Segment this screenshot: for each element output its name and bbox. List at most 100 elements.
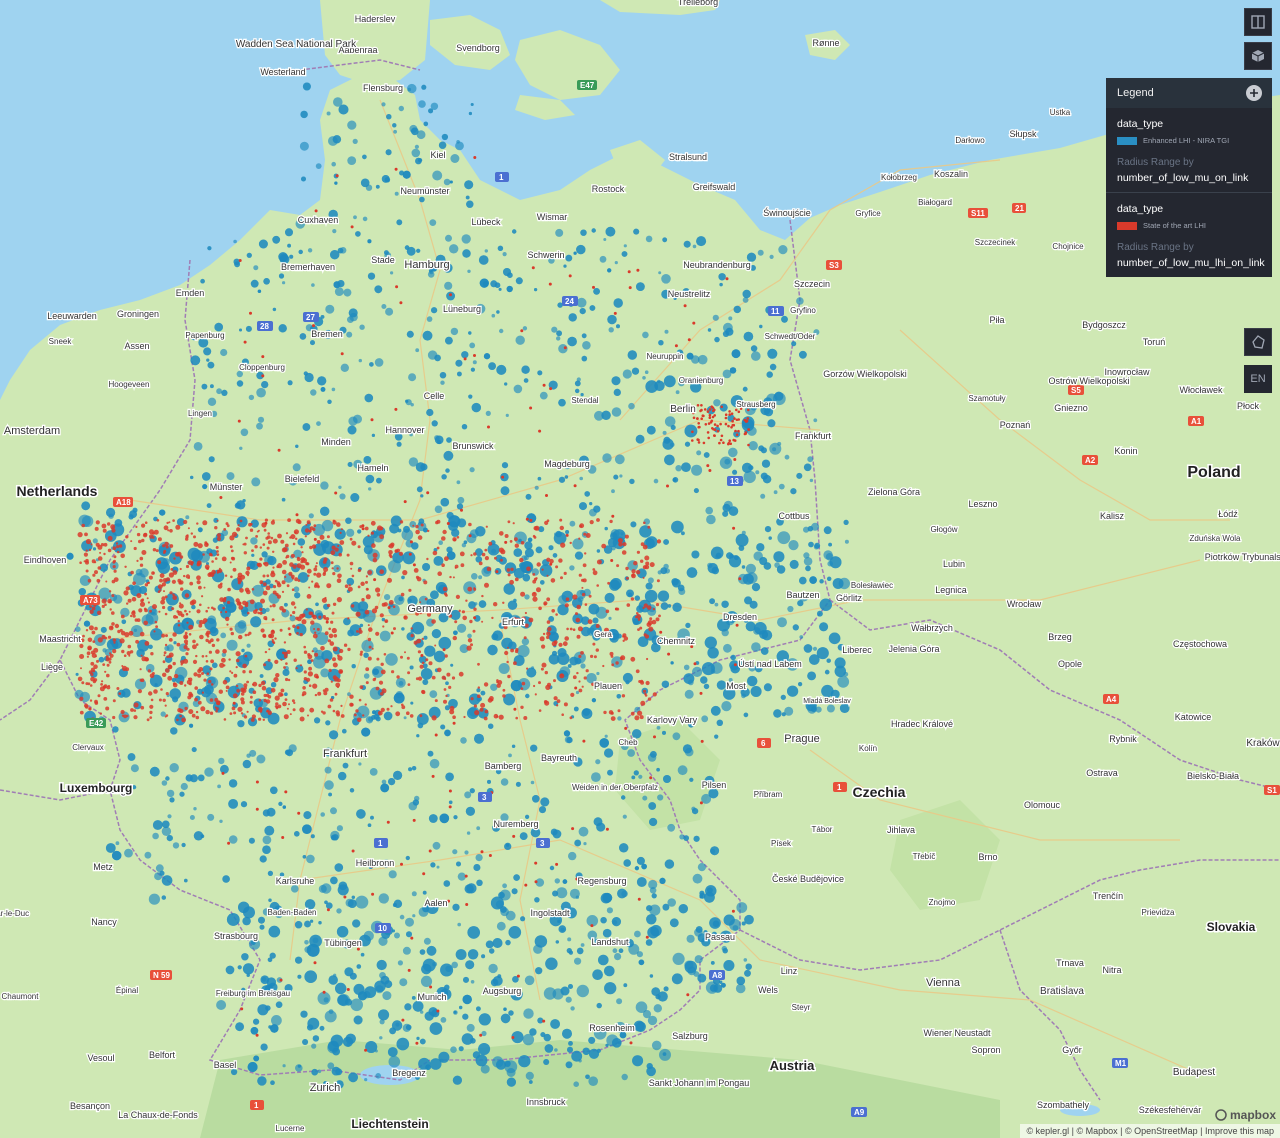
- data-point: [365, 474, 375, 484]
- data-point: [193, 535, 196, 539]
- data-point: [266, 710, 269, 713]
- city-label: Liège: [41, 662, 63, 672]
- data-point: [459, 551, 465, 557]
- data-point: [369, 362, 374, 367]
- data-point: [428, 108, 434, 114]
- data-point: [400, 655, 403, 659]
- data-point: [339, 540, 345, 545]
- data-point: [267, 658, 271, 662]
- data-point: [629, 1041, 633, 1045]
- data-point: [743, 958, 748, 962]
- data-point: [565, 530, 570, 534]
- data-point: [658, 340, 664, 346]
- data-point: [696, 404, 700, 407]
- data-point: [491, 633, 499, 641]
- data-point: [769, 363, 777, 371]
- data-point: [733, 417, 736, 420]
- data-point: [245, 570, 250, 576]
- data-point: [150, 628, 163, 641]
- data-point: [277, 704, 282, 709]
- data-point: [642, 565, 648, 570]
- data-point: [221, 657, 226, 663]
- data-point: [828, 542, 832, 547]
- data-point: [442, 586, 448, 592]
- data-point: [179, 714, 183, 718]
- data-point: [314, 584, 318, 588]
- city-label: Strasbourg: [214, 931, 258, 941]
- data-point: [228, 658, 231, 661]
- data-point: [681, 462, 691, 473]
- data-point: [286, 707, 289, 710]
- data-point: [419, 196, 425, 203]
- data-point: [642, 689, 647, 693]
- data-point: [322, 560, 327, 564]
- data-point: [799, 576, 807, 585]
- data-point: [503, 1007, 507, 1011]
- data-point: [130, 764, 139, 773]
- data-point: [633, 770, 639, 776]
- data-point: [201, 383, 208, 390]
- data-point: [657, 794, 664, 801]
- data-point: [138, 608, 143, 613]
- data-point: [240, 687, 246, 693]
- data-point: [703, 452, 710, 458]
- data-point: [408, 373, 417, 382]
- data-point: [716, 680, 727, 690]
- data-point: [283, 714, 289, 720]
- data-point: [426, 945, 437, 956]
- data-point: [128, 654, 131, 657]
- data-point: [408, 767, 413, 772]
- data-point: [444, 281, 453, 290]
- data-point: [338, 771, 347, 781]
- data-point: [576, 947, 584, 955]
- data-point: [363, 673, 370, 679]
- data-point: [411, 542, 419, 550]
- data-point: [727, 424, 730, 428]
- data-point: [415, 462, 426, 472]
- data-point: [375, 686, 380, 691]
- data-point: [462, 249, 471, 258]
- data-point: [452, 635, 457, 641]
- data-point: [596, 584, 599, 587]
- data-point: [552, 890, 559, 897]
- data-point: [199, 603, 202, 607]
- data-point: [503, 583, 515, 595]
- data-point: [170, 568, 174, 571]
- data-point: [751, 583, 761, 592]
- data-point: [655, 617, 660, 622]
- data-point: [421, 661, 425, 665]
- city-label: Germany: [407, 603, 453, 615]
- data-point: [461, 351, 469, 359]
- data-point: [599, 255, 607, 263]
- data-point: [438, 1051, 450, 1063]
- data-point: [480, 690, 486, 696]
- data-point: [374, 285, 383, 294]
- data-point: [155, 625, 159, 629]
- data-point: [563, 571, 567, 576]
- data-point: [458, 671, 464, 677]
- city-label: Leeuwarden: [47, 311, 97, 321]
- data-point: [108, 684, 110, 687]
- data-point: [432, 841, 441, 850]
- data-point: [513, 707, 517, 711]
- data-point: [416, 486, 423, 493]
- data-point: [572, 594, 578, 600]
- data-point: [358, 698, 362, 702]
- data-point: [525, 493, 532, 500]
- data-point: [253, 1018, 260, 1025]
- data-point: [742, 462, 753, 473]
- data-point: [133, 709, 137, 712]
- data-point: [97, 694, 101, 698]
- data-point: [578, 826, 589, 837]
- data-point: [120, 614, 125, 619]
- data-point: [365, 667, 370, 672]
- data-point: [498, 714, 504, 720]
- data-point: [749, 600, 758, 609]
- data-point: [692, 666, 703, 678]
- data-point: [226, 639, 238, 651]
- map-canvas[interactable]: E47 A18 A73 E42 N 59 S11 21 S3 S5 A1 A2 …: [0, 0, 1280, 1138]
- data-point: [200, 834, 205, 838]
- data-point: [278, 273, 285, 279]
- data-point: [304, 970, 318, 983]
- data-point: [332, 662, 338, 668]
